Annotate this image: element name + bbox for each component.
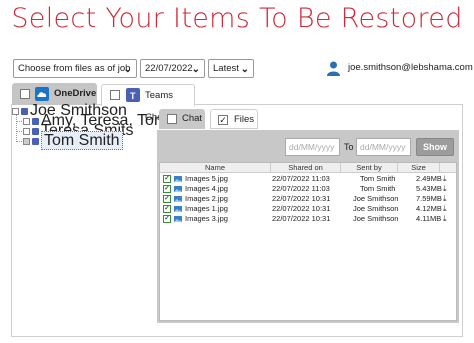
download-icon[interactable]: ⤓ bbox=[443, 214, 447, 224]
file-shared-on: 22/07/2022 10:31 bbox=[272, 204, 331, 213]
files-table: Name Shared on Sent by Size ✓ Images 5.j… bbox=[159, 162, 457, 321]
tree-checkbox[interactable] bbox=[23, 117, 30, 125]
tree-connector bbox=[16, 131, 22, 132]
teams-user-icon bbox=[32, 127, 39, 135]
table-row[interactable]: ✓ Images 5.jpg 22/07/2022 11:03 Tom Smit… bbox=[160, 174, 456, 184]
file-name: Images 4.jpg bbox=[185, 184, 228, 193]
column-header-name[interactable]: Name bbox=[160, 163, 271, 173]
job-date-select-value: 22/07/2022 bbox=[145, 63, 193, 74]
version-select-value: Latest bbox=[213, 63, 239, 74]
file-name: Images 1.jpg bbox=[185, 204, 228, 213]
image-file-icon bbox=[174, 196, 182, 202]
file-shared-on: 22/07/2022 10:31 bbox=[272, 194, 331, 203]
download-icon[interactable]: ⤓ bbox=[443, 184, 447, 194]
file-size: 7.59MB bbox=[416, 194, 442, 203]
file-sent-by: Joe Smithson bbox=[353, 204, 399, 213]
tab-chat[interactable]: Chat bbox=[159, 109, 205, 129]
download-icon[interactable]: ⤓ bbox=[443, 204, 447, 214]
from-date-placeholder: dd/MM/yyyy bbox=[289, 142, 335, 152]
file-shared-on: 22/07/2022 10:31 bbox=[272, 214, 331, 223]
tree-item-label: Tom Smith bbox=[41, 131, 123, 150]
image-file-icon bbox=[174, 176, 182, 182]
table-row[interactable]: ✓ Images 1.jpg 22/07/2022 10:31 Joe Smit… bbox=[160, 204, 456, 214]
file-name: Images 3.jpg bbox=[185, 214, 228, 223]
job-date-select[interactable]: 22/07/2022 ⌄ bbox=[140, 59, 205, 78]
chevron-down-icon: ⌄ bbox=[240, 64, 249, 75]
onedrive-checkbox[interactable] bbox=[20, 89, 30, 99]
tree-checkbox[interactable] bbox=[23, 137, 30, 145]
file-shared-on: 22/07/2022 11:03 bbox=[272, 174, 330, 183]
chevron-down-icon: ⌄ bbox=[191, 64, 200, 75]
column-header-download bbox=[440, 163, 456, 173]
show-button[interactable]: Show bbox=[416, 138, 454, 156]
user-email: joe.smithson@lebshama.com bbox=[348, 62, 473, 73]
download-icon[interactable]: ⤓ bbox=[443, 194, 447, 204]
from-date-input[interactable]: dd/MM/yyyy bbox=[285, 138, 340, 156]
file-shared-on: 22/07/2022 11:03 bbox=[272, 184, 330, 193]
row-checkbox[interactable]: ✓ bbox=[163, 205, 171, 213]
file-sent-by: Joe Smithson bbox=[353, 194, 399, 203]
teams-chat-checkbox[interactable] bbox=[110, 90, 120, 100]
tree-checkbox[interactable] bbox=[12, 107, 19, 115]
svg-text:T: T bbox=[130, 91, 136, 101]
page-title: Select Your Items To Be Restored bbox=[11, 3, 463, 34]
chevron-down-icon: ⌄ bbox=[123, 64, 132, 75]
teams-user-icon bbox=[32, 137, 39, 145]
files-checkbox[interactable]: ✓ bbox=[218, 115, 228, 125]
file-size: 5.43MB bbox=[416, 184, 442, 193]
file-sent-by: Joe Smithson bbox=[353, 214, 399, 223]
to-label: To bbox=[344, 142, 354, 152]
file-size: 4.11MB bbox=[416, 214, 442, 223]
column-header-shared-on[interactable]: Shared on bbox=[271, 163, 341, 173]
row-checkbox[interactable]: ✓ bbox=[163, 215, 171, 223]
column-header-size[interactable]: Size bbox=[398, 163, 440, 173]
tree-connector bbox=[16, 141, 22, 142]
image-file-icon bbox=[174, 186, 182, 192]
download-icon[interactable]: ⤓ bbox=[443, 174, 447, 184]
table-row[interactable]: ✓ Images 4.jpg 22/07/2022 11:03 Tom Smit… bbox=[160, 184, 456, 194]
teams-user-icon bbox=[21, 107, 28, 115]
job-mode-select[interactable]: Choose from files as of job ⌄ bbox=[13, 59, 137, 78]
onedrive-icon bbox=[35, 87, 49, 101]
tree-checkbox[interactable] bbox=[23, 127, 30, 135]
file-name: Images 2.jpg bbox=[185, 194, 228, 203]
file-size: 2.49MB bbox=[416, 174, 442, 183]
tab-chat-label: Chat bbox=[182, 113, 203, 124]
file-name: Images 5.jpg bbox=[185, 174, 228, 183]
file-sent-by: Tom Smith bbox=[360, 174, 396, 183]
file-sent-by: Tom Smith bbox=[360, 184, 396, 193]
image-file-icon bbox=[174, 206, 182, 212]
tree-item-tom-smith[interactable]: Tom Smith bbox=[23, 131, 123, 150]
teams-icon: T bbox=[126, 88, 140, 102]
chat-checkbox[interactable] bbox=[167, 114, 177, 124]
image-file-icon bbox=[174, 216, 182, 222]
teams-user-icon bbox=[32, 117, 39, 125]
row-checkbox[interactable]: ✓ bbox=[163, 195, 171, 203]
version-select[interactable]: Latest ⌄ bbox=[208, 59, 254, 78]
tree-connector bbox=[16, 121, 22, 122]
table-row[interactable]: ✓ Images 3.jpg 22/07/2022 10:31 Joe Smit… bbox=[160, 214, 456, 224]
tab-files[interactable]: ✓ Files bbox=[210, 109, 258, 129]
user-icon bbox=[327, 61, 340, 76]
row-checkbox[interactable]: ✓ bbox=[163, 175, 171, 183]
to-date-input[interactable]: dd/MM/yyyy bbox=[356, 138, 411, 156]
job-mode-select-value: Choose from files as of job bbox=[18, 63, 131, 74]
row-checkbox[interactable]: ✓ bbox=[163, 185, 171, 193]
to-date-placeholder: dd/MM/yyyy bbox=[360, 142, 406, 152]
tab-files-label: Files bbox=[234, 114, 255, 125]
file-size: 4.12MB bbox=[416, 204, 442, 213]
tree-connector bbox=[16, 114, 17, 142]
column-header-sent-by[interactable]: Sent by bbox=[341, 163, 398, 173]
table-row[interactable]: ✓ Images 2.jpg 22/07/2022 10:31 Joe Smit… bbox=[160, 194, 456, 204]
